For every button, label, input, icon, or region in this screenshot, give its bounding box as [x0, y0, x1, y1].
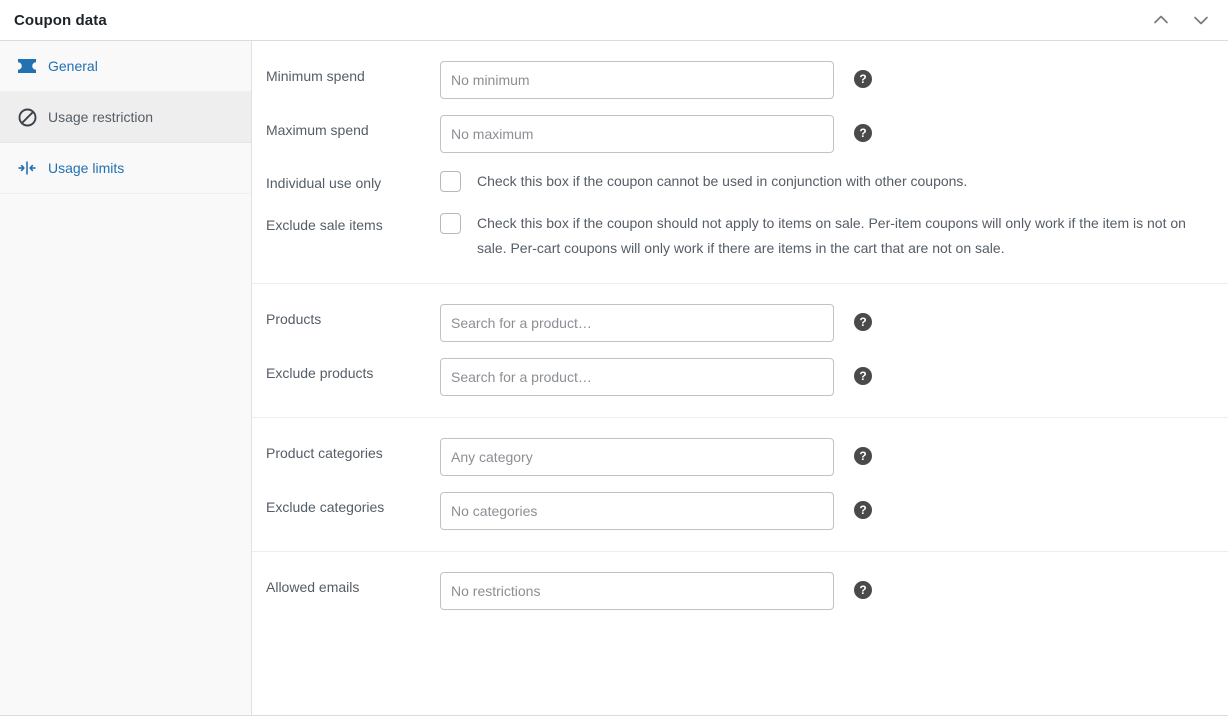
help-tip-icon[interactable]: ? — [854, 447, 872, 465]
field-label: Maximum spend — [252, 115, 440, 141]
metabox-body: General Usage restriction — [0, 41, 1228, 715]
field-group-products: Products ? Exclude products ? — [252, 284, 1228, 418]
field-label: Product categories — [252, 438, 440, 464]
field-label: Exclude sale items — [252, 211, 440, 236]
coupon-data-metabox: Coupon data Ge — [0, 0, 1228, 716]
product-categories-input[interactable] — [440, 438, 834, 476]
field-control: Check this box if the coupon should not … — [440, 211, 1211, 262]
exclude-categories-input[interactable] — [440, 492, 834, 530]
field-control: ? — [440, 304, 1228, 342]
individual-use-only-checkbox[interactable] — [440, 171, 461, 192]
coupon-tabs-sidebar: General Usage restriction — [0, 41, 252, 715]
sidebar-item-general[interactable]: General — [0, 41, 251, 92]
field-control: ? — [440, 438, 1228, 476]
minimum-spend-input[interactable] — [440, 61, 834, 99]
maximum-spend-input[interactable] — [440, 115, 834, 153]
field-group-emails: Allowed emails ? — [252, 552, 1228, 631]
sidebar-item-label: General — [48, 57, 98, 75]
sidebar-item-usage-limits[interactable]: Usage limits — [0, 143, 251, 194]
field-group-spend: Minimum spend ? Maximum spend ? Individu… — [252, 41, 1228, 284]
field-label: Individual use only — [252, 169, 440, 194]
chevron-down-icon[interactable] — [1186, 5, 1216, 35]
sidebar-item-usage-restriction[interactable]: Usage restriction — [0, 92, 251, 143]
sidebar-item-label: Usage limits — [48, 159, 124, 177]
help-tip-icon[interactable]: ? — [854, 367, 872, 385]
field-label: Minimum spend — [252, 61, 440, 87]
help-tip-icon[interactable]: ? — [854, 70, 872, 88]
help-tip-icon[interactable]: ? — [854, 124, 872, 142]
field-control: ? — [440, 572, 1228, 610]
header-actions — [1146, 5, 1216, 35]
field-allowed-emails: Allowed emails ? — [252, 564, 1228, 618]
field-control: ? — [440, 492, 1228, 530]
page-title: Coupon data — [14, 10, 107, 31]
checkbox-description: Check this box if the coupon should not … — [477, 211, 1197, 262]
products-search-input[interactable] — [440, 304, 834, 342]
field-label: Exclude products — [252, 358, 440, 384]
field-control: Check this box if the coupon cannot be u… — [440, 169, 981, 195]
allowed-emails-input[interactable] — [440, 572, 834, 610]
field-label: Allowed emails — [252, 572, 440, 598]
field-individual-use-only: Individual use only Check this box if th… — [252, 161, 1228, 203]
usage-restriction-panel: Minimum spend ? Maximum spend ? Individu… — [252, 41, 1228, 715]
field-minimum-spend: Minimum spend ? — [252, 53, 1228, 107]
field-control: ? — [440, 115, 1228, 153]
field-group-categories: Product categories ? Exclude categories … — [252, 418, 1228, 552]
metabox-header: Coupon data — [0, 0, 1228, 41]
field-label: Products — [252, 304, 440, 330]
help-tip-icon[interactable]: ? — [854, 313, 872, 331]
field-control: ? — [440, 358, 1228, 396]
ticket-icon — [14, 59, 40, 73]
field-product-categories: Product categories ? — [252, 430, 1228, 484]
field-exclude-sale-items: Exclude sale items Check this box if the… — [252, 203, 1228, 270]
field-maximum-spend: Maximum spend ? — [252, 107, 1228, 161]
checkbox-description: Check this box if the coupon cannot be u… — [477, 169, 967, 195]
field-exclude-categories: Exclude categories ? — [252, 484, 1228, 538]
no-entry-icon — [14, 108, 40, 127]
field-control: ? — [440, 61, 1228, 99]
limits-icon — [14, 160, 40, 176]
field-label: Exclude categories — [252, 492, 440, 518]
help-tip-icon[interactable]: ? — [854, 501, 872, 519]
sidebar-item-label: Usage restriction — [48, 108, 153, 126]
chevron-up-icon[interactable] — [1146, 5, 1176, 35]
field-products: Products ? — [252, 296, 1228, 350]
exclude-sale-items-checkbox[interactable] — [440, 213, 461, 234]
exclude-products-search-input[interactable] — [440, 358, 834, 396]
help-tip-icon[interactable]: ? — [854, 581, 872, 599]
field-exclude-products: Exclude products ? — [252, 350, 1228, 404]
